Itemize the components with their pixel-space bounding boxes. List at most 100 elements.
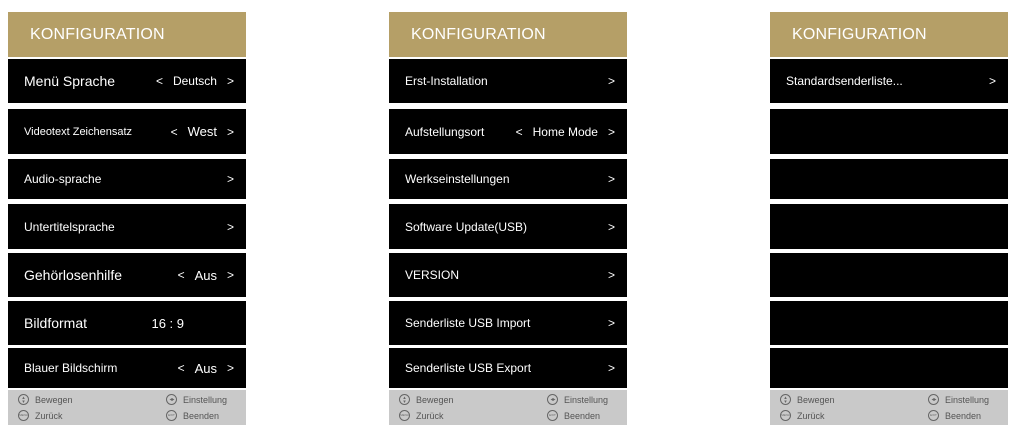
menu-item-empty <box>770 301 1008 345</box>
menu-item-empty <box>770 109 1008 154</box>
panel-title: KONFIGURATION <box>770 12 1008 57</box>
footer-hint-move: Bewegen <box>780 394 835 405</box>
footer-hint-label: Beenden <box>945 410 982 421</box>
menu-item-empty <box>770 348 1008 388</box>
chevron-right-icon[interactable]: > <box>227 74 234 88</box>
menu-item-label: Audio-sprache <box>24 172 102 186</box>
config-menu-panel: KONFIGURATION Menü Sprache < Deutsch > Videot… <box>8 12 246 425</box>
menu-item-value-group: 16 : 9 <box>151 316 234 331</box>
menu-item-label: Erst-Installation <box>405 74 488 88</box>
footer-hint-back: MENU Zurück <box>18 410 63 421</box>
chevron-left-icon[interactable]: < <box>171 125 178 139</box>
chevron-right-icon[interactable]: > <box>227 125 234 139</box>
menu-icon: MENU <box>399 410 410 421</box>
menu-item[interactable]: Senderliste USB Export > <box>389 348 627 388</box>
menu-item[interactable]: Software Update(USB) > <box>389 204 627 249</box>
left-right-icon <box>547 394 558 405</box>
left-right-icon <box>166 394 177 405</box>
chevron-right-icon[interactable]: > <box>989 74 996 88</box>
menu-item-value: Deutsch <box>172 74 217 88</box>
footer-hint-exit: EXIT Beenden <box>547 410 600 421</box>
menu-item-empty <box>770 159 1008 199</box>
menu-item-value-group: < West > <box>171 124 234 139</box>
menu-item-label: Senderliste USB Import <box>405 316 531 330</box>
chevron-right-icon[interactable]: > <box>227 268 234 282</box>
chevron-right-icon[interactable]: > <box>608 268 615 282</box>
footer-hint-label: Bewegen <box>416 394 454 405</box>
chevron-left-icon[interactable]: < <box>178 361 185 375</box>
up-down-icon <box>18 394 29 405</box>
menu-item-label: Untertitelsprache <box>24 219 115 234</box>
menu-item-value-group: < Deutsch > <box>156 74 234 88</box>
menu-item[interactable]: Audio-sprache > <box>8 159 246 199</box>
menu-item[interactable]: Untertitelsprache > <box>8 204 246 249</box>
menu-item[interactable]: Werkseinstellungen > <box>389 159 627 199</box>
footer-hint-label: Zurück <box>416 410 444 421</box>
chevron-left-icon[interactable]: < <box>156 74 163 88</box>
footer-hint-move: Bewegen <box>18 394 73 405</box>
help-footer: Bewegen Einstellung MENU Zurück EXIT Beenden <box>8 390 246 425</box>
help-footer: Bewegen Einstellung MENU Zurück EXIT Beenden <box>770 390 1008 425</box>
menu-item-label: Standardsenderliste... <box>786 74 903 88</box>
chevron-right-icon[interactable]: > <box>608 316 615 330</box>
footer-hint-label: Beenden <box>564 410 601 421</box>
menu-item[interactable]: Aufstellungsort < Home Mode > <box>389 109 627 154</box>
chevron-right-icon[interactable]: > <box>608 220 615 234</box>
footer-hint-label: Zurück <box>35 410 63 421</box>
menu-item-label: VERSION <box>405 268 460 282</box>
chevron-right-icon[interactable]: > <box>227 361 234 375</box>
menu-item-value: 16 : 9 <box>151 315 184 331</box>
menu-item[interactable]: Videotext Zeichensatz < West > <box>8 109 246 154</box>
chevron-right-icon[interactable]: > <box>227 220 234 234</box>
menu-item-label: Senderliste USB Export <box>405 361 532 375</box>
menu-item-label: Gehörlosenhilfe <box>24 267 123 283</box>
up-down-icon <box>780 394 791 405</box>
menu-item[interactable]: Menü Sprache < Deutsch > <box>8 59 246 103</box>
up-down-icon <box>399 394 410 405</box>
menu-item-value-group: > <box>598 361 615 375</box>
config-menu-panel: KONFIGURATION Erst-Installation > Aufstellu… <box>389 12 627 425</box>
menu-item[interactable]: Blauer Bildschirm < Aus > <box>8 348 246 388</box>
chevron-right-icon[interactable]: > <box>608 361 615 375</box>
panel-title: KONFIGURATION <box>389 12 627 57</box>
menu-item-value-group: < Aus > <box>178 361 234 376</box>
menu-item-value: West <box>187 124 217 139</box>
menu-item-label: Blauer Bildschirm <box>24 361 118 375</box>
menu-item-value-group: > <box>979 74 996 88</box>
footer-hint-label: Zurück <box>797 410 825 421</box>
footer-hint-setting: Einstellung <box>547 394 608 405</box>
menu-item[interactable]: VERSION > <box>389 253 627 297</box>
menu-item-label: Aufstellungsort <box>405 124 485 139</box>
footer-hint-exit: EXIT Beenden <box>928 410 981 421</box>
chevron-left-icon[interactable]: < <box>178 268 185 282</box>
footer-hint-label: Einstellung <box>183 394 228 405</box>
footer-hint-move: Bewegen <box>399 394 454 405</box>
menu-item[interactable]: Bildformat 16 : 9 <box>8 301 246 345</box>
chevron-left-icon[interactable]: < <box>516 125 523 139</box>
menu-icon: MENU <box>780 410 791 421</box>
menu-item-label: Bildformat <box>24 315 88 331</box>
footer-hint-label: Bewegen <box>797 394 835 405</box>
menu-item-value-group: < Aus > <box>178 268 234 283</box>
menu-item[interactable]: Senderliste USB Import > <box>389 301 627 345</box>
chevron-right-icon[interactable]: > <box>608 172 615 186</box>
menu-item-value-group: > <box>598 268 615 282</box>
chevron-right-icon[interactable]: > <box>608 74 615 88</box>
menu-item[interactable]: Erst-Installation > <box>389 59 627 103</box>
menu-item-label: Software Update(USB) <box>405 219 528 234</box>
chevron-right-icon[interactable]: > <box>227 172 234 186</box>
panel-title: KONFIGURATION <box>8 12 246 57</box>
left-right-icon <box>928 394 939 405</box>
footer-hint-back: MENU Zurück <box>780 410 825 421</box>
footer-hint-setting: Einstellung <box>928 394 989 405</box>
menu-item-value-group: < Home Mode > <box>516 125 615 139</box>
menu-item[interactable]: Gehörlosenhilfe < Aus > <box>8 253 246 297</box>
menu-item-value-group: > <box>598 74 615 88</box>
footer-hint-setting: Einstellung <box>166 394 227 405</box>
menu-item-value-group: > <box>598 316 615 330</box>
menu-item-empty <box>770 204 1008 249</box>
menu-item[interactable]: Standardsenderliste... > <box>770 59 1008 103</box>
menu-item-value-group: > <box>598 220 615 234</box>
chevron-right-icon[interactable]: > <box>608 125 615 139</box>
config-menu-panel: KONFIGURATION Standardsenderliste... > Bewe… <box>770 12 1008 425</box>
